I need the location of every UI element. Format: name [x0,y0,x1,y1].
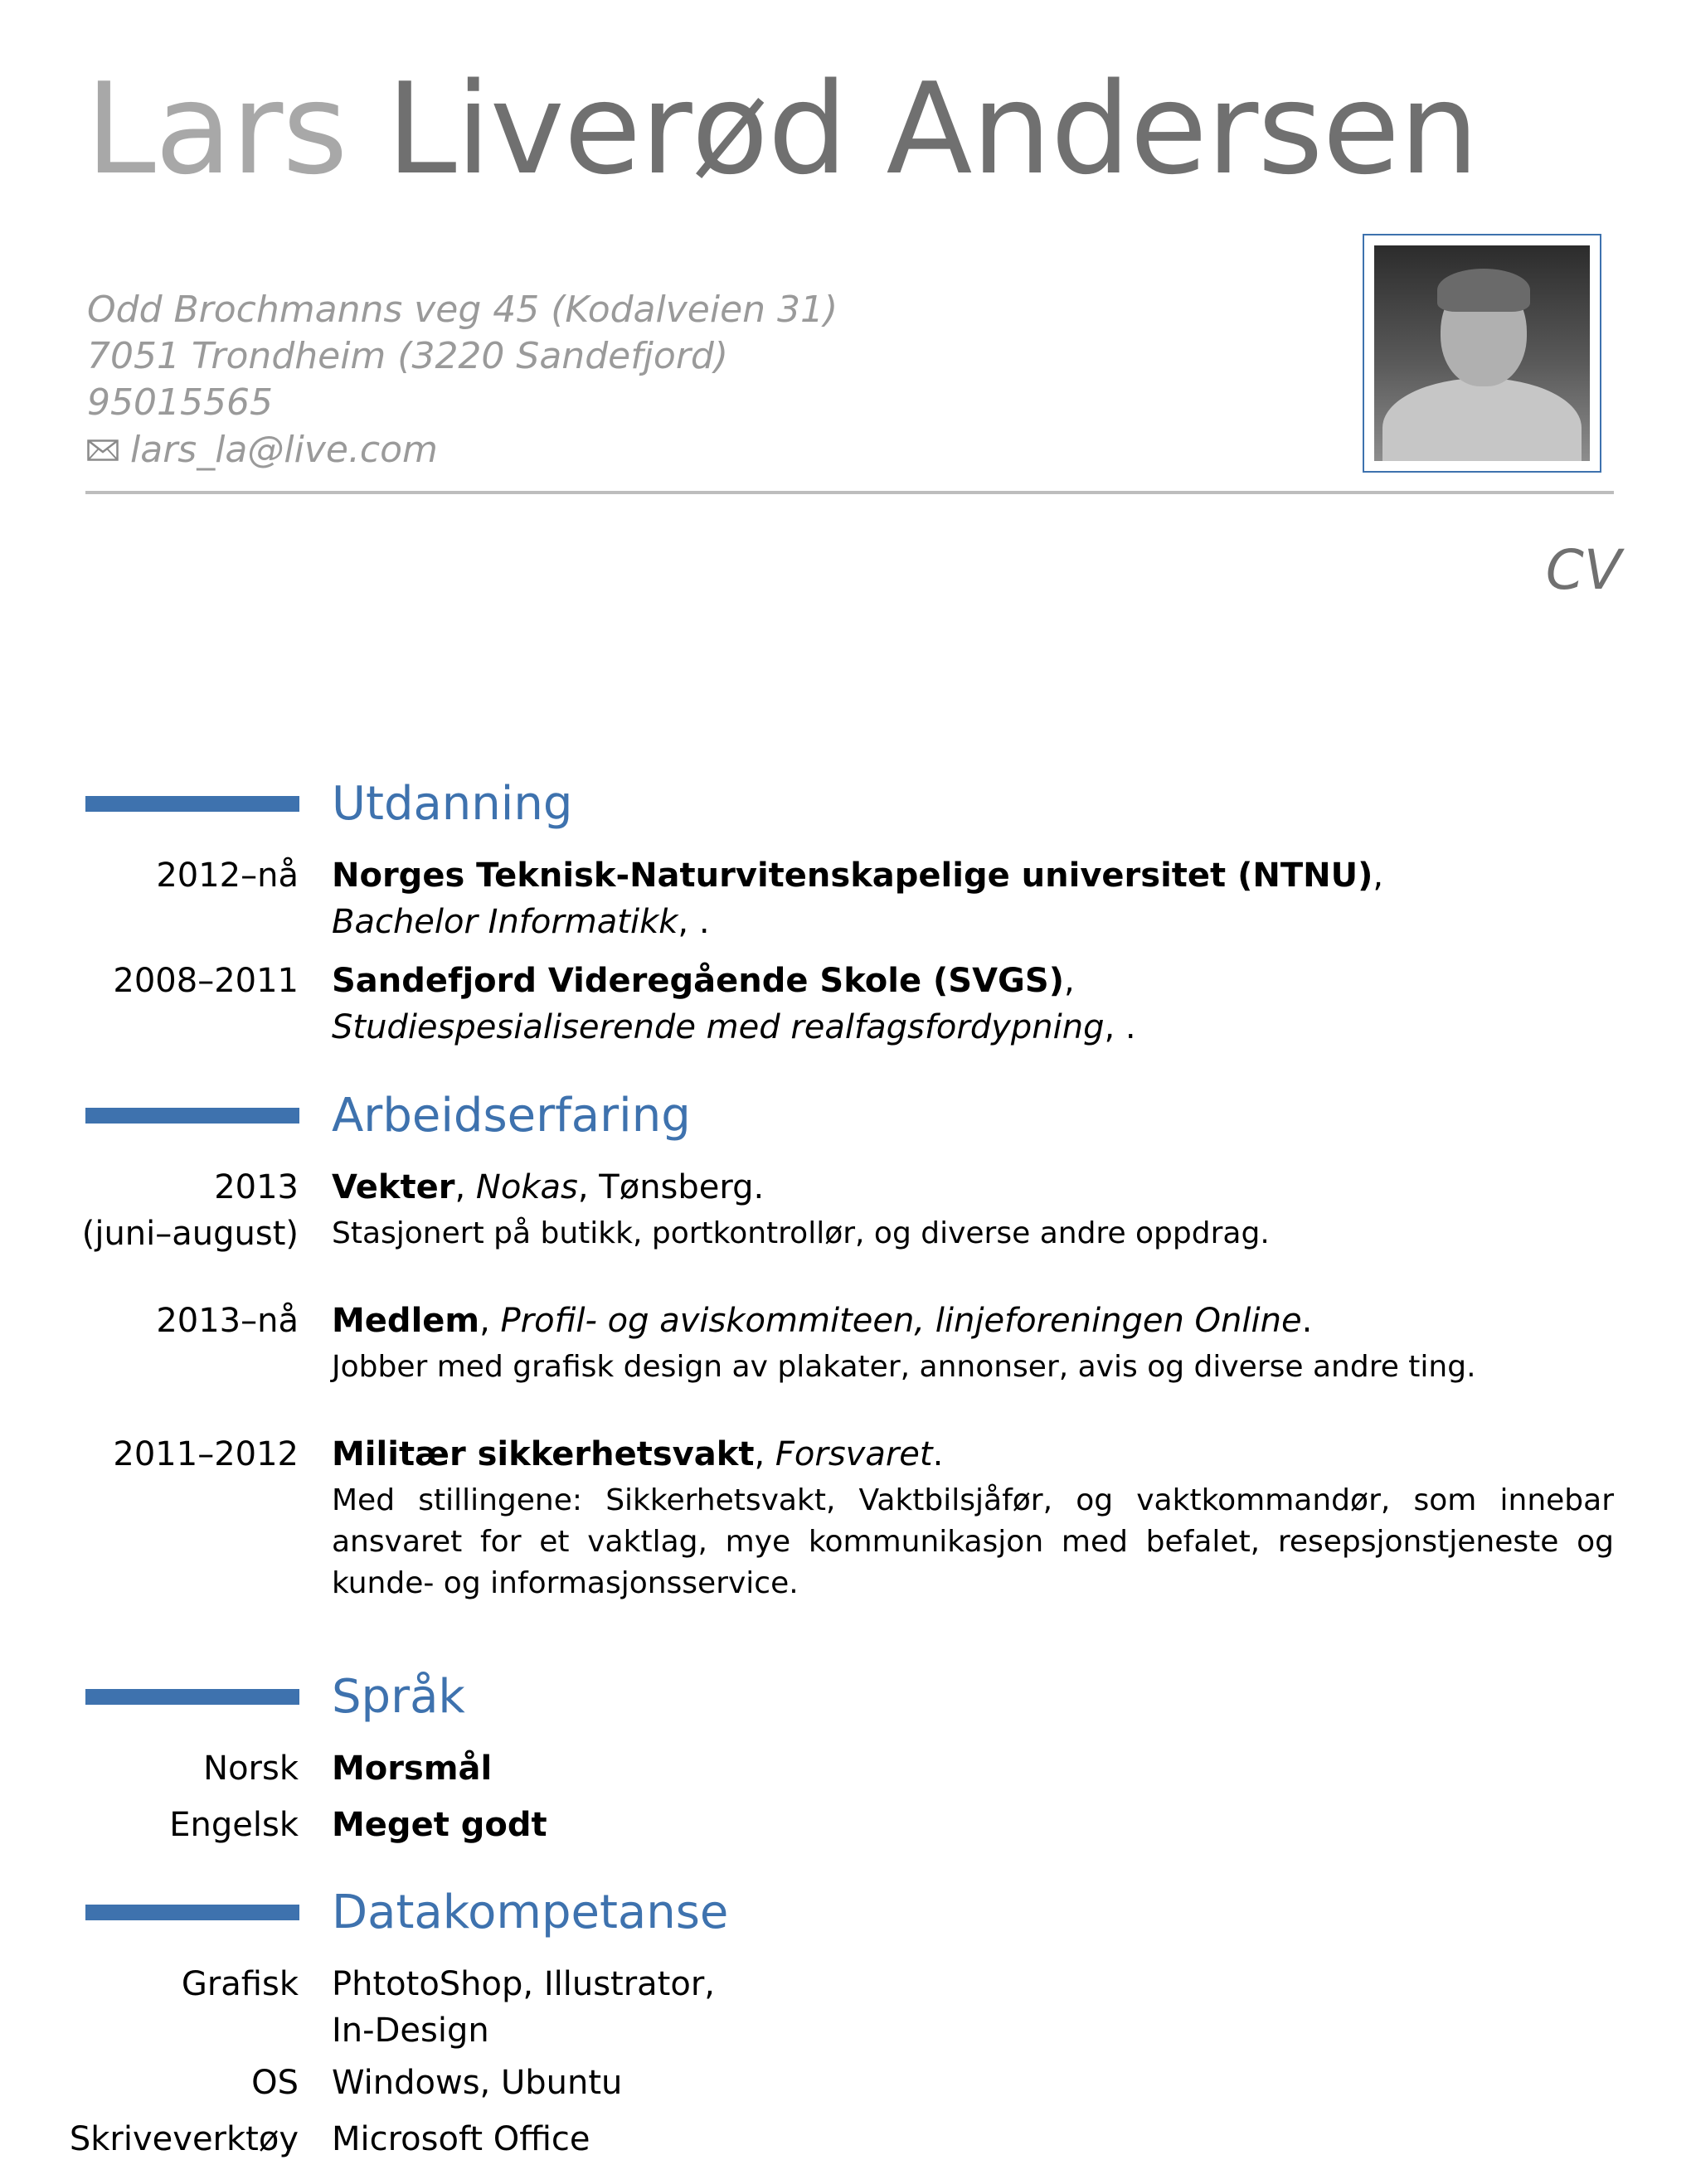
skill-value: Windows, Ubuntu [332,2064,623,2102]
role: Medlem [332,1302,480,1340]
education-degree-line: Bachelor Informatikk, . [332,903,710,941]
last-name: Liverød Andersen [386,56,1480,202]
education-entry: Sandefjord Videregående Skole (SVGS), [332,962,1075,1000]
section-title-languages: Språk [332,1670,465,1724]
address-line-2: 7051 Trondheim (3220 Sandefjord) [87,335,729,377]
section-bar-experience [85,1108,299,1124]
section-title-experience: Arbeidserfaring [332,1089,691,1143]
degree: Bachelor Informatikk [332,903,678,941]
experience-description: Med stillingene: Sikkerhetsvakt, Vaktbil… [332,1483,1614,1600]
institution: Norges Teknisk-Naturvitenskapelige unive… [332,857,1373,895]
skill-value: PhtotoShop, Illustrator, [332,1965,715,2003]
experience-description: Stasjonert på butikk, portkontrollør, og… [332,1216,1270,1250]
experience-date: 2013 [214,1168,299,1206]
experience-date: 2013–nå [156,1302,299,1340]
experience-description: Jobber med grafisk design av plakater, a… [332,1350,1476,1384]
employer: Forsvaret [775,1435,933,1473]
skill-category: Grafisk [181,1965,299,2003]
skill-category: OS [251,2064,299,2102]
language-name: Norsk [203,1750,299,1788]
address-line-1: Odd Brochmanns veg 45 (Kodalveien 31) [87,289,838,331]
experience-entry: Vekter, Nokas, Tønsberg. [332,1168,765,1206]
phone: 95015565 [87,381,273,424]
email-line: lars_la@live.com [87,432,438,468]
email-link[interactable]: lars_la@live.com [130,429,438,471]
experience-entry: Militær sikkerhetsvakt, Forsvaret. [332,1435,944,1473]
skill-value-cont: In-Design [332,2012,489,2050]
role: Vekter [332,1168,455,1206]
header-rule [85,491,1614,494]
employer: Profil- og aviskommiteen, linjeforeninge… [500,1302,1302,1340]
employer: Nokas [475,1168,578,1206]
profile-photo [1374,245,1590,461]
section-title-education: Utdanning [332,777,573,831]
education-date: 2012–nå [156,857,299,895]
language-level: Morsmål [332,1750,493,1788]
education-entry: Norges Teknisk-Naturvitenskapelige unive… [332,857,1384,895]
photo-frame [1363,234,1601,473]
language-level: Meget godt [332,1806,547,1844]
role: Militær sikkerhetsvakt [332,1435,755,1473]
experience-date-sub: (juni–august) [81,1215,299,1253]
skill-value: Microsoft Office [332,2120,590,2158]
doc-label: CV [1545,538,1621,602]
location: Tønsberg. [599,1168,765,1206]
education-degree-line: Studiespesialiserende med realfagsfordyp… [332,1008,1136,1046]
section-bar-education [85,796,299,812]
experience-date: 2011–2012 [113,1435,299,1473]
first-name: Lars [85,56,348,202]
section-bar-languages [85,1689,299,1705]
education-date: 2008–2011 [113,962,299,1000]
institution: Sandefjord Videregående Skole (SVGS) [332,962,1064,1000]
experience-entry: Medlem, Profil- og aviskommiteen, linjef… [332,1302,1313,1340]
language-name: Engelsk [169,1806,299,1844]
full-name: Lars Liverød Andersen [85,66,1479,192]
section-bar-computer [85,1905,299,1920]
degree: Studiespesialiserende med realfagsfordyp… [332,1008,1105,1046]
skill-category: Skriveverktøy [69,2120,299,2158]
envelope-icon [87,431,119,468]
section-title-computer: Datakompetanse [332,1886,729,1939]
